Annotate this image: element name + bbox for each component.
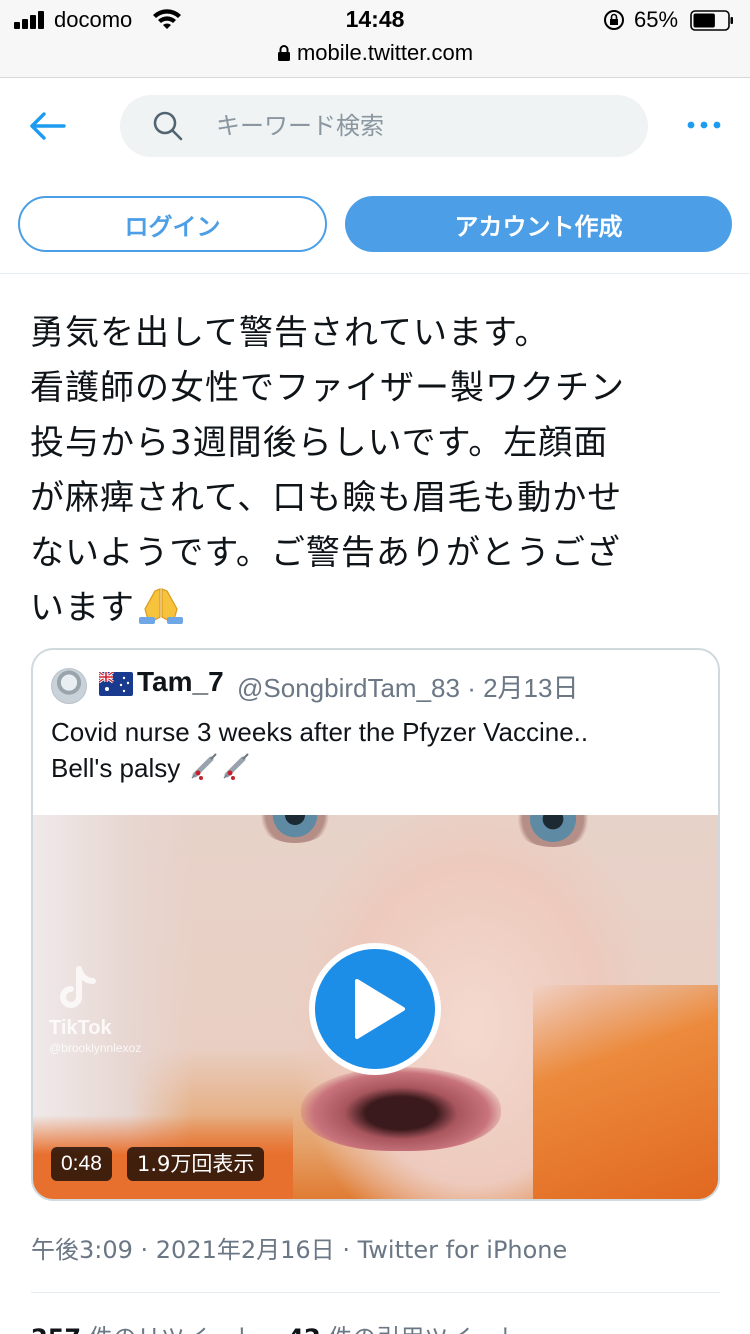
quoted-text-line2: Bell's palsy bbox=[51, 750, 701, 786]
quoted-handle-date: @SongbirdTam_83 · 2月13日 bbox=[237, 673, 579, 703]
url-text: mobile.twitter.com bbox=[296, 40, 474, 65]
play-icon bbox=[355, 979, 405, 1039]
signup-button[interactable]: アカウント作成 bbox=[345, 196, 732, 252]
browser-url-bar[interactable]: mobile.twitter.com bbox=[0, 40, 750, 78]
quoted-text-line: Covid nurse 3 weeks after the Pfyzer Vac… bbox=[51, 717, 589, 747]
divider bbox=[31, 1292, 720, 1293]
search-input[interactable] bbox=[216, 95, 616, 157]
video-frame bbox=[511, 815, 595, 847]
search-icon bbox=[153, 111, 183, 141]
divider bbox=[0, 273, 750, 274]
tweet-source[interactable]: Twitter for iPhone bbox=[358, 1236, 568, 1264]
tiktok-watermark-user: @brooklynnlexoz bbox=[49, 1041, 142, 1055]
battery-percent: 65% bbox=[634, 7, 679, 32]
play-button[interactable] bbox=[309, 943, 441, 1075]
tweet-timestamp[interactable]: 午後3:09 · 2021年2月16日 bbox=[31, 1236, 335, 1264]
quoted-text: Covid nurse 3 weeks after the Pfyzer Vac… bbox=[51, 714, 701, 786]
retweet-count-label[interactable]: 件のリツイート bbox=[89, 1324, 257, 1334]
retweet-count[interactable]: 257 bbox=[31, 1324, 81, 1334]
tweet-text: 勇気を出して警告されています。 看護師の女性でファイザー製ワクチン 投与から3週… bbox=[30, 306, 720, 636]
battery-icon bbox=[690, 10, 733, 31]
video-frame bbox=[301, 1067, 501, 1151]
quote-count-label[interactable]: 件の引用ツイート bbox=[328, 1324, 520, 1334]
quote-count[interactable]: 42 bbox=[287, 1324, 320, 1334]
status-bar: docomo 14:48 65% bbox=[0, 0, 750, 40]
tweet-line: が麻痺されて、口も瞼も眉毛も動かせ bbox=[30, 478, 623, 518]
avatar[interactable] bbox=[51, 668, 87, 704]
tweet-line: 看護師の女性でファイザー製ワクチン bbox=[30, 368, 625, 408]
video-frame bbox=[533, 985, 718, 1199]
tweet-meta: 午後3:09 · 2021年2月16日 · Twitter for iPhone bbox=[31, 1230, 567, 1265]
tweet-line: 投与から3週間後らしいです。左顔面 bbox=[30, 423, 609, 463]
folded-hands-icon bbox=[139, 588, 183, 624]
syringe-icon bbox=[223, 753, 250, 780]
meta-separator: · bbox=[342, 1236, 358, 1264]
rotation-lock-icon bbox=[604, 10, 624, 30]
video-frame bbox=[255, 815, 335, 843]
back-arrow-icon[interactable] bbox=[28, 108, 68, 144]
video-view-count: 1.9万回表示 bbox=[127, 1147, 265, 1181]
tweet-line: ないようです。ご警告ありがとうござ bbox=[30, 533, 621, 573]
login-button[interactable]: ログイン bbox=[18, 196, 327, 252]
engagement-stats: 257 件のリツイート 42 件の引用ツイート bbox=[31, 1318, 520, 1334]
quoted-tweet-card[interactable]: Tam_7 @SongbirdTam_83 · 2月13日 Covid nurs… bbox=[31, 648, 720, 1201]
quoted-text-line: Bell's palsy bbox=[51, 753, 181, 783]
quoted-display-name[interactable]: Tam_7 bbox=[137, 666, 224, 698]
syringe-icon bbox=[191, 753, 218, 780]
australia-flag-icon bbox=[99, 672, 133, 696]
video-duration: 0:48 bbox=[51, 1147, 112, 1181]
search-box[interactable] bbox=[120, 95, 648, 157]
tiktok-logo-icon bbox=[60, 966, 96, 1008]
more-options-icon[interactable] bbox=[684, 110, 724, 140]
video-player[interactable]: TikTok @brooklynnlexoz 0:48 1.9万回表示 bbox=[33, 815, 718, 1199]
lock-icon bbox=[277, 45, 290, 61]
tweet-line: います bbox=[30, 588, 135, 628]
tiktok-watermark: TikTok bbox=[49, 1017, 112, 1039]
tweet-line-last: います bbox=[30, 581, 720, 636]
tweet-line: 勇気を出して警告されています。 bbox=[30, 313, 550, 353]
